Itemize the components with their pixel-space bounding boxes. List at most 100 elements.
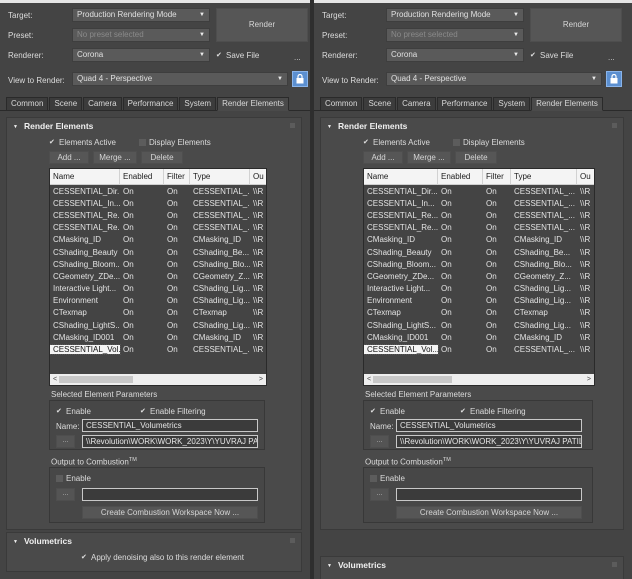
table-row[interactable]: CESSENTIAL_Vol... On On CESSENTIAL_... \\R bbox=[50, 343, 266, 356]
tab-scene[interactable]: Scene bbox=[363, 97, 397, 111]
render-elements-rollout-header[interactable]: ▼ Render Elements bbox=[13, 121, 93, 131]
tab-common[interactable]: Common bbox=[320, 97, 363, 111]
table-row[interactable]: CShading_LightS... On On CShading_Lig... \\R bbox=[364, 319, 594, 331]
combustion-path-input[interactable] bbox=[396, 488, 582, 501]
tab-system[interactable]: System bbox=[179, 97, 217, 111]
view-to-render-dropdown[interactable]: Quad 4 - Perspective ▼ bbox=[386, 72, 602, 86]
tab-camera[interactable]: Camera bbox=[83, 97, 122, 111]
combustion-path-input[interactable] bbox=[82, 488, 258, 501]
table-row[interactable]: CShading_Beauty On On CShading_Be... \\R bbox=[50, 246, 266, 258]
tab-common[interactable]: Common bbox=[6, 97, 49, 111]
preset-dropdown[interactable]: No preset selected ▼ bbox=[386, 28, 524, 42]
save-file-options-button[interactable]: ... bbox=[294, 53, 301, 62]
column-header-filter[interactable]: Filter bbox=[483, 169, 511, 185]
scrollbar-thumb[interactable] bbox=[373, 376, 452, 383]
combustion-enable-checkbox[interactable]: Enable bbox=[56, 474, 91, 483]
create-combustion-workspace-button[interactable]: Create Combustion Workspace Now ... bbox=[396, 506, 582, 519]
table-row[interactable]: CESSENTIAL_Dir... On On CESSENTIAL_... \\R bbox=[50, 185, 266, 197]
scroll-right-icon[interactable]: > bbox=[587, 374, 591, 385]
table-row[interactable]: CShading_Beauty On On CShading_Be... \\R bbox=[364, 246, 594, 258]
add-element-button[interactable]: Add ... bbox=[49, 151, 89, 164]
enable-filtering-checkbox[interactable]: ✔ Enable Filtering bbox=[460, 407, 526, 416]
tab-performance[interactable]: Performance bbox=[122, 97, 179, 111]
element-name-input[interactable]: CESSENTIAL_Volumetrics bbox=[396, 419, 582, 432]
column-header-enabled[interactable]: Enabled bbox=[120, 169, 164, 185]
table-row[interactable]: CShading_Bloom... On On CShading_Blo... \\R bbox=[364, 258, 594, 270]
horizontal-scrollbar[interactable]: < > bbox=[364, 374, 594, 385]
horizontal-scrollbar[interactable]: < > bbox=[50, 374, 266, 385]
column-header-filter[interactable]: Filter bbox=[164, 169, 190, 185]
scroll-left-icon[interactable]: < bbox=[53, 374, 57, 385]
table-row[interactable]: CESSENTIAL_In... On On CESSENTIAL_... \\R bbox=[50, 197, 266, 209]
display-elements-checkbox[interactable]: Display Elements bbox=[139, 138, 211, 147]
enable-checkbox[interactable]: ✔ Enable bbox=[370, 407, 405, 416]
column-header-type[interactable]: Type bbox=[190, 169, 250, 185]
lock-view-button[interactable] bbox=[606, 71, 622, 87]
table-row[interactable]: CESSENTIAL_Dir... On On CESSENTIAL_... \\R bbox=[364, 185, 594, 197]
create-combustion-workspace-button[interactable]: Create Combustion Workspace Now ... bbox=[82, 506, 258, 519]
table-row[interactable]: Environment On On CShading_Lig... \\R bbox=[50, 295, 266, 307]
column-header-name[interactable]: Name bbox=[50, 169, 120, 185]
preset-dropdown[interactable]: No preset selected ▼ bbox=[72, 28, 210, 42]
display-elements-checkbox[interactable]: Display Elements bbox=[453, 138, 525, 147]
table-row[interactable]: CESSENTIAL_In... On On CESSENTIAL_... \\R bbox=[364, 197, 594, 209]
save-file-options-button[interactable]: ... bbox=[608, 53, 615, 62]
table-row[interactable]: CMasking_ID001 On On CMasking_ID \\R bbox=[50, 331, 266, 343]
tab-camera[interactable]: Camera bbox=[397, 97, 436, 111]
table-row[interactable]: CESSENTIAL_Re... On On CESSENTIAL_... \\R bbox=[50, 222, 266, 234]
tab-system[interactable]: System bbox=[493, 97, 531, 111]
column-header-enabled[interactable]: Enabled bbox=[438, 169, 483, 185]
merge-element-button[interactable]: Merge ... bbox=[407, 151, 451, 164]
tab-performance[interactable]: Performance bbox=[436, 97, 493, 111]
combustion-enable-checkbox[interactable]: Enable bbox=[370, 474, 405, 483]
apply-denoising-checkbox[interactable]: ✔ Apply denoising also to this render ele… bbox=[81, 553, 244, 562]
combustion-browse-button[interactable]: ... bbox=[370, 488, 389, 501]
output-path-input[interactable]: \\Revolution\WORK\WORK_2023\Y\YUVRAJ PAT… bbox=[396, 435, 582, 448]
table-row[interactable]: CGeometry_ZDe... On On CGeometry_Z... \\R bbox=[50, 270, 266, 282]
table-row[interactable]: CGeometry_ZDe... On On CGeometry_Z... \\R bbox=[364, 270, 594, 282]
browse-output-button[interactable]: ... bbox=[56, 435, 75, 448]
lock-view-button[interactable] bbox=[292, 71, 308, 87]
tab-scene[interactable]: Scene bbox=[49, 97, 83, 111]
save-file-checkbox[interactable]: ✔ Save File bbox=[530, 51, 573, 60]
target-dropdown[interactable]: Production Rendering Mode ▼ bbox=[72, 8, 210, 22]
table-row[interactable]: CESSENTIAL_Re... On On CESSENTIAL_... \\R bbox=[50, 209, 266, 221]
table-row[interactable]: CMasking_ID On On CMasking_ID \\R bbox=[50, 234, 266, 246]
table-row[interactable]: CShading_Bloom... On On CShading_Blo... \\R bbox=[50, 258, 266, 270]
merge-element-button[interactable]: Merge ... bbox=[93, 151, 137, 164]
column-header-ou[interactable]: Ou bbox=[250, 169, 266, 185]
enable-checkbox[interactable]: ✔ Enable bbox=[56, 407, 91, 416]
combustion-browse-button[interactable]: ... bbox=[56, 488, 75, 501]
render-button[interactable]: Render bbox=[530, 8, 622, 42]
scroll-right-icon[interactable]: > bbox=[259, 374, 263, 385]
table-row[interactable]: CESSENTIAL_Vol... On On CESSENTIAL_... \\R bbox=[364, 343, 594, 356]
column-header-ou[interactable]: Ou bbox=[577, 169, 594, 185]
scroll-left-icon[interactable]: < bbox=[367, 374, 371, 385]
table-row[interactable]: CESSENTIAL_Re... On On CESSENTIAL_... \\R bbox=[364, 222, 594, 234]
render-button[interactable]: Render bbox=[216, 8, 308, 42]
browse-output-button[interactable]: ... bbox=[370, 435, 389, 448]
target-dropdown[interactable]: Production Rendering Mode ▼ bbox=[386, 8, 524, 22]
delete-element-button[interactable]: Delete bbox=[141, 151, 183, 164]
view-to-render-dropdown[interactable]: Quad 4 - Perspective ▼ bbox=[72, 72, 288, 86]
tab-render-elements[interactable]: Render Elements bbox=[531, 97, 603, 111]
renderer-dropdown[interactable]: Corona ▼ bbox=[72, 48, 210, 62]
element-name-input[interactable]: CESSENTIAL_Volumetrics bbox=[82, 419, 258, 432]
column-header-type[interactable]: Type bbox=[511, 169, 577, 185]
enable-filtering-checkbox[interactable]: ✔ Enable Filtering bbox=[140, 407, 206, 416]
table-row[interactable]: Interactive Light... On On CShading_Lig... \… bbox=[364, 283, 594, 295]
table-row[interactable]: CShading_LightS... On On CShading_Lig... \\R bbox=[50, 319, 266, 331]
tab-render-elements[interactable]: Render Elements bbox=[217, 97, 289, 111]
table-row[interactable]: CTexmap On On CTexmap \\R bbox=[50, 307, 266, 319]
table-row[interactable]: CMasking_ID001 On On CMasking_ID \\R bbox=[364, 331, 594, 343]
table-row[interactable]: CTexmap On On CTexmap \\R bbox=[364, 307, 594, 319]
elements-active-checkbox[interactable]: ✔ Elements Active bbox=[49, 138, 116, 147]
add-element-button[interactable]: Add ... bbox=[363, 151, 403, 164]
output-path-input[interactable]: \\Revolution\WORK\WORK_2023\Y\YUVRAJ PAT… bbox=[82, 435, 258, 448]
volumetrics-rollout-header[interactable]: ▼ Volumetrics bbox=[13, 536, 72, 546]
render-elements-rollout-header[interactable]: ▼ Render Elements bbox=[327, 121, 407, 131]
column-header-name[interactable]: Name bbox=[364, 169, 438, 185]
scrollbar-thumb[interactable] bbox=[59, 376, 133, 383]
table-row[interactable]: Interactive Light... On On CShading_Lig... \… bbox=[50, 283, 266, 295]
elements-active-checkbox[interactable]: ✔ Elements Active bbox=[363, 138, 430, 147]
